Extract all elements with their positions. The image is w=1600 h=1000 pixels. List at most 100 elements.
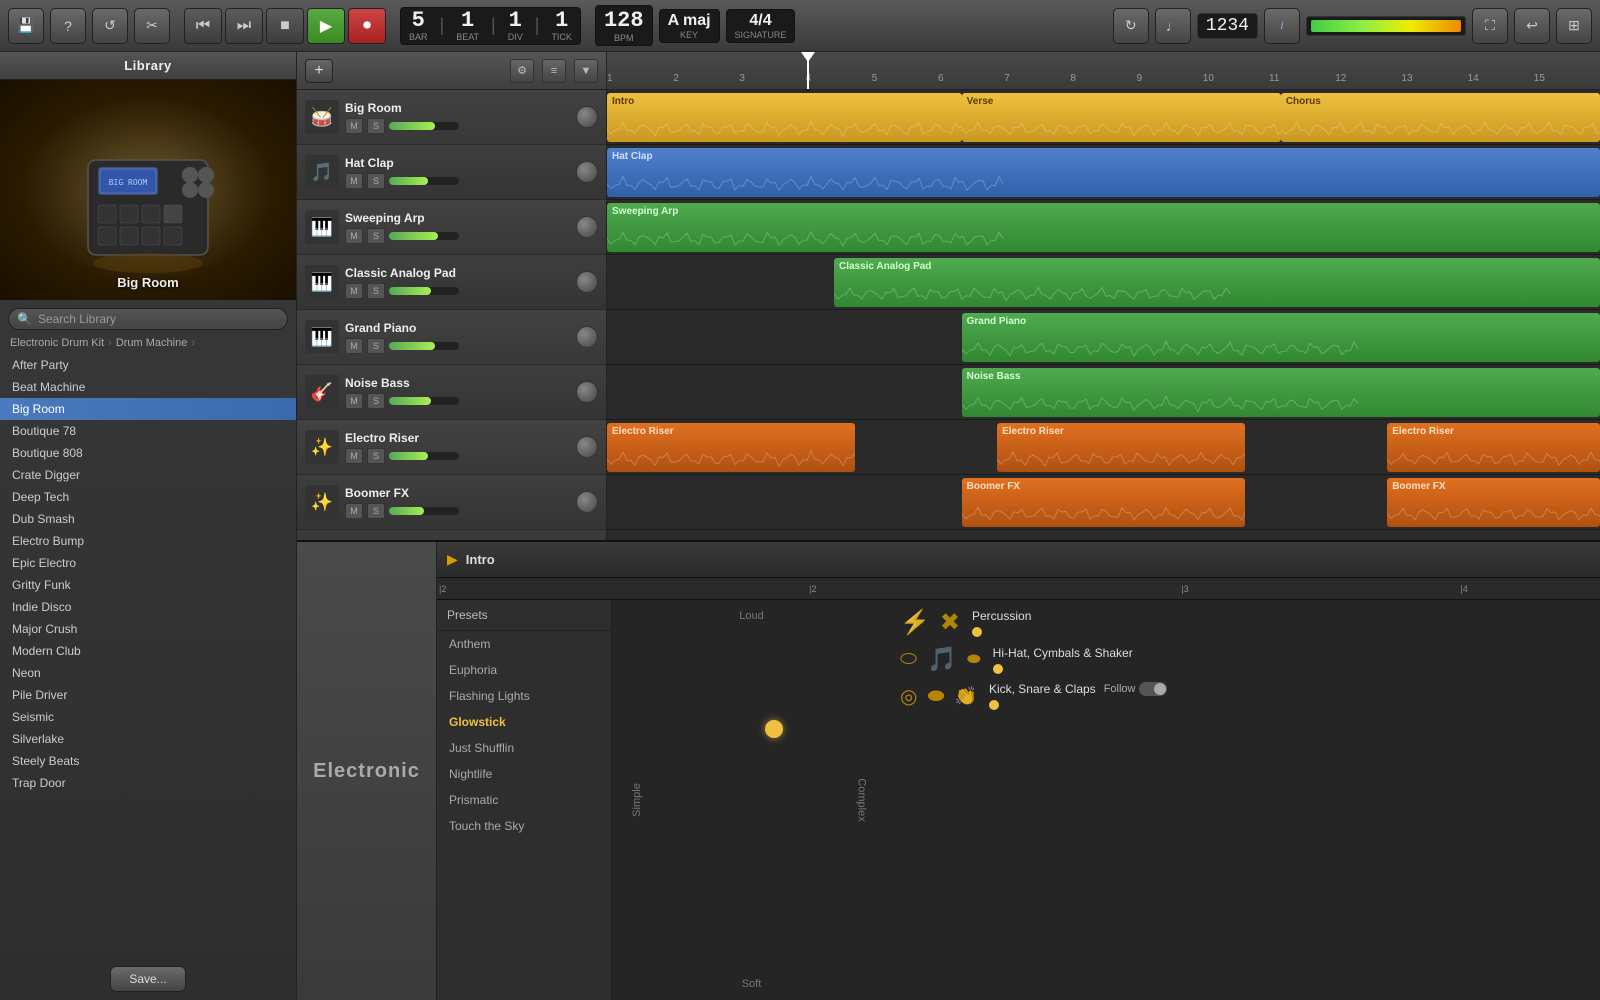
percussion-dot[interactable]: [972, 627, 982, 637]
track-solo-big-room[interactable]: S: [367, 118, 385, 134]
library-item-beat-machine[interactable]: Beat Machine: [0, 376, 296, 398]
library-item-boutique-808[interactable]: Boutique 808: [0, 442, 296, 464]
track-knob-hat-clap[interactable]: [576, 161, 598, 183]
track-knob-big-room[interactable]: [576, 106, 598, 128]
complexity-map[interactable]: Loud Soft Simple Complex: [612, 600, 892, 1000]
track-solo-grand-piano[interactable]: S: [367, 338, 385, 354]
smart-help-button[interactable]: i: [1264, 8, 1300, 44]
clip-noise-bass[interactable]: Noise Bass: [962, 368, 1600, 417]
add-track-button[interactable]: +: [305, 59, 333, 83]
key-display[interactable]: A maj key: [659, 9, 720, 43]
track-tool-btn-1[interactable]: ⚙: [510, 59, 534, 83]
track-mute-big-room[interactable]: M: [345, 118, 363, 134]
track-solo-noise-bass[interactable]: S: [367, 393, 385, 409]
library-item-neon[interactable]: Neon: [0, 662, 296, 684]
clip-intro[interactable]: Intro: [607, 93, 962, 142]
library-item-major-crush[interactable]: Major Crush: [0, 618, 296, 640]
track-mute-hat-clap[interactable]: M: [345, 173, 363, 189]
search-bar[interactable]: 🔍: [8, 308, 288, 330]
clip-classic-analog-pad[interactable]: Classic Analog Pad: [834, 258, 1600, 307]
library-item-trap-door[interactable]: Trap Door: [0, 772, 296, 794]
library-item-silverlake[interactable]: Silverlake: [0, 728, 296, 750]
track-fader-electro-riser[interactable]: [389, 452, 459, 460]
library-item-after-party[interactable]: After Party: [0, 354, 296, 376]
play-button[interactable]: ▶: [307, 8, 345, 44]
help-button[interactable]: ?: [50, 8, 86, 44]
track-tool-btn-3[interactable]: ▼: [574, 59, 598, 83]
follow-toggle[interactable]: Follow: [1104, 682, 1168, 696]
track-mute-grand-piano[interactable]: M: [345, 338, 363, 354]
track-fader-hat-clap[interactable]: [389, 177, 459, 185]
scissors-button[interactable]: ✂: [134, 8, 170, 44]
clip-boomer-fx[interactable]: Boomer FX: [962, 478, 1246, 527]
track-fader-grand-piano[interactable]: [389, 342, 459, 350]
undo-button[interactable]: ↩: [1514, 8, 1550, 44]
clip-electro-riser[interactable]: Electro Riser: [1387, 423, 1600, 472]
clip-sweeping-arp[interactable]: Sweeping Arp: [607, 203, 1600, 252]
library-item-indie-disco[interactable]: Indie Disco: [0, 596, 296, 618]
cycle-button[interactable]: ↻: [1113, 8, 1149, 44]
preset-nightlife[interactable]: Nightlife: [437, 761, 611, 787]
clip-hat-clap[interactable]: Hat Clap: [607, 148, 1600, 197]
track-solo-boomer-fx[interactable]: S: [367, 503, 385, 519]
track-solo-hat-clap[interactable]: S: [367, 173, 385, 189]
clip-electro-riser[interactable]: Electro Riser: [607, 423, 855, 472]
search-input[interactable]: [38, 312, 279, 326]
complexity-dot[interactable]: [765, 720, 783, 738]
library-item-crate-digger[interactable]: Crate Digger: [0, 464, 296, 486]
library-item-dub-smash[interactable]: Dub Smash: [0, 508, 296, 530]
preset-just-shufflin[interactable]: Just Shufflin: [437, 735, 611, 761]
track-solo-sweeping-arp[interactable]: S: [367, 228, 385, 244]
rewind-button[interactable]: ⏮: [184, 8, 222, 44]
stop-button[interactable]: ■: [266, 8, 304, 44]
clip-verse[interactable]: Verse: [962, 93, 1281, 142]
track-fader-classic-analog-pad[interactable]: [389, 287, 459, 295]
track-fader-boomer-fx[interactable]: [389, 507, 459, 515]
clip-electro-riser[interactable]: Electro Riser: [997, 423, 1245, 472]
library-item-big-room[interactable]: Big Room: [0, 398, 296, 420]
track-fader-sweeping-arp[interactable]: [389, 232, 459, 240]
playhead[interactable]: [807, 52, 809, 89]
clip-boomer-fx[interactable]: Boomer FX: [1387, 478, 1600, 527]
track-fader-big-room[interactable]: [389, 122, 459, 130]
save-button[interactable]: Save...: [110, 966, 185, 992]
library-item-epic-electro[interactable]: Epic Electro: [0, 552, 296, 574]
library-item-steely-beats[interactable]: Steely Beats: [0, 750, 296, 772]
library-item-seismic[interactable]: Seismic: [0, 706, 296, 728]
preset-flashing-lights[interactable]: Flashing Lights: [437, 683, 611, 709]
master-volume[interactable]: [1306, 16, 1466, 36]
preset-euphoria[interactable]: Euphoria: [437, 657, 611, 683]
preset-touch-the-sky[interactable]: Touch the Sky: [437, 813, 611, 839]
clip-grand-piano[interactable]: Grand Piano: [962, 313, 1600, 362]
library-item-electro-bump[interactable]: Electro Bump: [0, 530, 296, 552]
library-item-pile-driver[interactable]: Pile Driver: [0, 684, 296, 706]
preset-glowstick[interactable]: Glowstick: [437, 709, 611, 735]
library-item-modern-club[interactable]: Modern Club: [0, 640, 296, 662]
loop-button[interactable]: ↺: [92, 8, 128, 44]
track-knob-sweeping-arp[interactable]: [576, 216, 598, 238]
preset-prismatic[interactable]: Prismatic: [437, 787, 611, 813]
track-mute-boomer-fx[interactable]: M: [345, 503, 363, 519]
track-knob-electro-riser[interactable]: [576, 436, 598, 458]
library-item-gritty-funk[interactable]: Gritty Funk: [0, 574, 296, 596]
preset-anthem[interactable]: Anthem: [437, 631, 611, 657]
track-solo-electro-riser[interactable]: S: [367, 448, 385, 464]
track-mute-sweeping-arp[interactable]: M: [345, 228, 363, 244]
share-button[interactable]: ⊞: [1556, 8, 1592, 44]
track-tool-btn-2[interactable]: ≡: [542, 59, 566, 83]
hihat-dot[interactable]: [993, 664, 1003, 674]
full-screen-button[interactable]: ⛶: [1472, 8, 1508, 44]
library-item-boutique-78[interactable]: Boutique 78: [0, 420, 296, 442]
fastforward-button[interactable]: ⏭: [225, 8, 263, 44]
kick-dot[interactable]: [989, 700, 999, 710]
track-solo-classic-analog-pad[interactable]: S: [367, 283, 385, 299]
track-mute-noise-bass[interactable]: M: [345, 393, 363, 409]
bpm-display[interactable]: 128 bpm: [595, 5, 653, 46]
beat-play-icon[interactable]: ▶: [447, 551, 458, 568]
track-knob-classic-analog-pad[interactable]: [576, 271, 598, 293]
track-mute-electro-riser[interactable]: M: [345, 448, 363, 464]
metronome-button[interactable]: ♩: [1155, 8, 1191, 44]
signature-display[interactable]: 4/4 signature: [726, 9, 796, 43]
track-knob-noise-bass[interactable]: [576, 381, 598, 403]
library-item-deep-tech[interactable]: Deep Tech: [0, 486, 296, 508]
